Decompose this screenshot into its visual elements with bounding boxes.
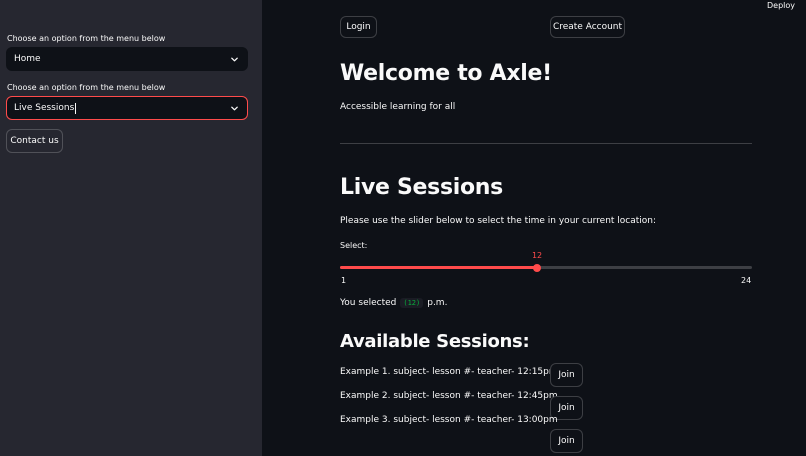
login-button[interactable]: Login [340, 16, 377, 38]
slider-value: 12 [531, 251, 543, 260]
slider-label: Select: [340, 241, 368, 250]
selected-code: (12) [400, 298, 424, 308]
menu-label: Choose an option from the menu below [7, 34, 166, 43]
session-text: Example 2. subject- lesson #- teacher- 1… [340, 391, 558, 401]
menu-label: Choose an option from the menu below [7, 83, 166, 92]
live-sessions-heading: Live Sessions [340, 175, 503, 200]
session-text: Example 1. subject- lesson #- teacher- 1… [340, 367, 558, 377]
slider-handle[interactable] [533, 263, 542, 272]
contact-us-button[interactable]: Contact us [6, 129, 63, 153]
create-account-button[interactable]: Create Account [550, 16, 625, 38]
session-text: Example 3. subject- lesson #- teacher- 1… [340, 415, 558, 425]
slider-min-label: 1 [341, 276, 347, 285]
menu-select-home[interactable]: Home [6, 47, 248, 71]
text-caret [75, 102, 77, 114]
join-button-3[interactable]: Join [550, 429, 583, 453]
slider-max-label: 24 [741, 276, 752, 285]
join-button-1[interactable]: Join [550, 363, 583, 387]
slider-instructions: Please use the slider below to select th… [340, 216, 657, 226]
selected-prefix: You selected [340, 298, 397, 308]
tagline: Accessible learning for all [340, 102, 456, 112]
chevron-down-icon [231, 106, 238, 111]
selected-suffix: p.m. [427, 298, 448, 308]
selected-time-text: You selected (12) p.m. [340, 298, 447, 308]
available-sessions-heading: Available Sessions: [340, 331, 530, 352]
page-title: Welcome to Axle! [340, 61, 552, 86]
select-value: Live Sessions [14, 103, 75, 113]
time-slider[interactable]: 12 [340, 251, 752, 272]
menu-select-live-sessions[interactable]: Live Sessions [6, 96, 248, 120]
sidebar: Choose an option from the menu below Hom… [0, 0, 262, 456]
divider [340, 143, 752, 144]
chevron-down-icon [231, 57, 238, 62]
deploy-button[interactable]: Deploy [767, 1, 795, 10]
slider-fill [340, 266, 538, 269]
select-value: Home [14, 54, 41, 64]
